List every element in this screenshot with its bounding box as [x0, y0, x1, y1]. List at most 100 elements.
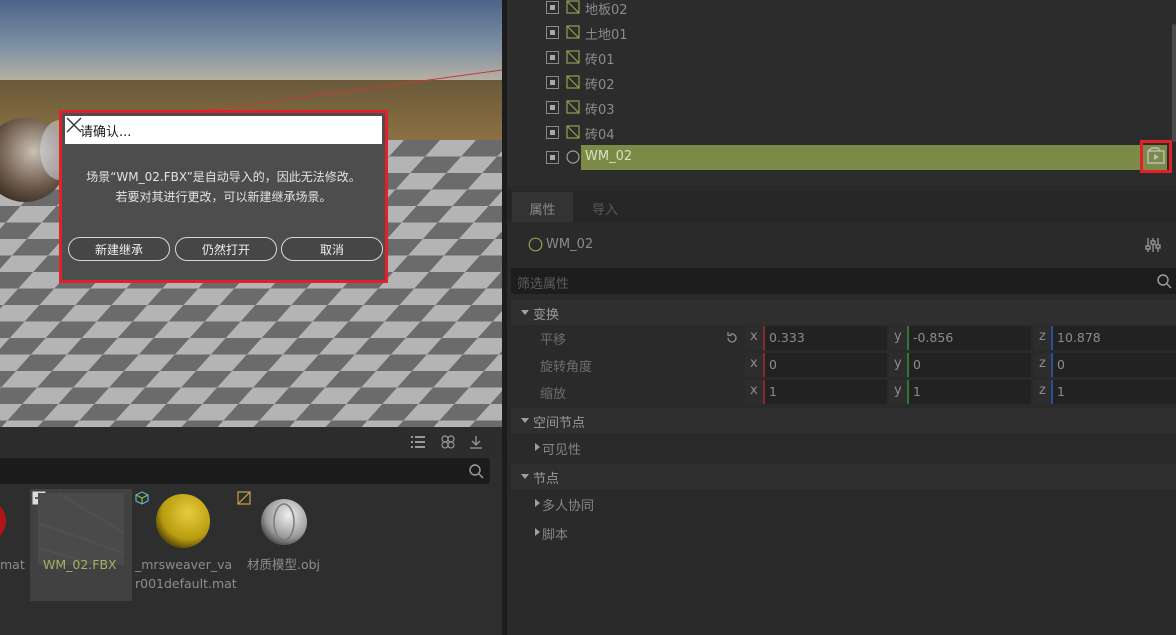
filter-properties-input[interactable]: 筛选属性: [511, 268, 1176, 294]
axis-label-y: y: [889, 380, 907, 404]
visibility-checkbox[interactable]: [546, 151, 559, 164]
dialog-titlebar: 请确认...: [65, 116, 382, 144]
rotation-x-field[interactable]: 0: [763, 353, 887, 377]
caret-right-icon: [535, 499, 540, 507]
scale-x-field[interactable]: 1: [763, 380, 887, 404]
axis-label-z: z: [1034, 353, 1052, 377]
section-node[interactable]: 节点: [511, 464, 1176, 489]
caret-right-icon: [535, 443, 540, 451]
search-icon[interactable]: [1156, 273, 1172, 289]
mesh-icon: [566, 25, 580, 39]
asset-label: _mrsweaver_va: [135, 557, 233, 572]
asset-label: 材质模型.obj: [247, 557, 321, 572]
close-icon[interactable]: [65, 116, 83, 134]
caret-right-icon: [535, 528, 540, 536]
node-icon: [528, 237, 543, 252]
visibility-checkbox[interactable]: [546, 51, 559, 64]
tree-item[interactable]: 砖04: [507, 120, 1176, 145]
asset-item[interactable]: mat: [0, 489, 30, 601]
tree-item-label: WM_02: [585, 149, 633, 164]
section-label: 变换: [533, 308, 560, 323]
adjust-icon[interactable]: [1144, 236, 1162, 254]
section-label: 节点: [533, 472, 560, 487]
tree-item-label: 土地01: [585, 28, 628, 43]
prop-label: 缩放: [540, 387, 567, 402]
scene-viewport[interactable]: 请确认... 场景“WM_02.FBX”是自动导入的，因此无法修改。 若要对其进…: [0, 0, 502, 427]
translate-y-field[interactable]: -0.856: [907, 326, 1031, 350]
translate-z-field[interactable]: 10.878: [1051, 326, 1176, 350]
asset-label: WM_02.FBX: [43, 557, 117, 572]
open-anyway-button[interactable]: 仍然打开: [175, 237, 277, 261]
visibility-checkbox[interactable]: [546, 1, 559, 14]
visibility-checkbox[interactable]: [546, 26, 559, 39]
dialog-message-line: 场景“WM_02.FBX”是自动导入的，因此无法修改。: [86, 170, 361, 184]
visibility-checkbox[interactable]: [546, 126, 559, 139]
tree-item[interactable]: 砖01: [507, 45, 1176, 70]
material-type-icon: [135, 491, 149, 505]
prop-row-rotation: 旋转角度 x 0 y 0 z 0: [507, 352, 1176, 378]
tree-item[interactable]: 砖02: [507, 70, 1176, 95]
selection-highlight: [581, 145, 1167, 170]
visibility-checkbox[interactable]: [546, 76, 559, 89]
cancel-button[interactable]: 取消: [281, 237, 383, 261]
tree-item[interactable]: 砖03: [507, 95, 1176, 120]
axis-label-z: z: [1034, 326, 1052, 350]
tree-scrollbar[interactable]: [1172, 24, 1176, 142]
rotation-z-field[interactable]: 0: [1051, 353, 1176, 377]
reset-icon[interactable]: [725, 331, 739, 345]
open-scene-icon[interactable]: [1146, 146, 1166, 166]
tab-properties[interactable]: 属性: [512, 192, 573, 222]
filter-placeholder: 筛选属性: [517, 277, 570, 292]
rotation-y-field[interactable]: 0: [907, 353, 1031, 377]
asset-item[interactable]: 材质模型.obj: [237, 489, 337, 601]
caret-down-icon: [521, 474, 529, 479]
dialog-title: 请确认...: [80, 125, 132, 140]
section-label: 空间节点: [533, 416, 586, 431]
node-icon: [566, 150, 580, 164]
asset-item-selected[interactable]: WM_02.FBX: [30, 489, 132, 601]
caret-down-icon: [521, 418, 529, 423]
dialog-message-line: 若要对其进行更改，可以新建继承场景。: [115, 190, 332, 204]
new-inherited-button[interactable]: 新建继承: [68, 237, 170, 261]
visibility-checkbox[interactable]: [546, 101, 559, 114]
filter-icon[interactable]: [440, 434, 456, 450]
search-icon[interactable]: [468, 463, 484, 479]
prop-label: 旋转角度: [540, 360, 593, 375]
section-spatial-node[interactable]: 空间节点: [511, 408, 1176, 433]
prop-label: 平移: [540, 333, 567, 348]
open-scene-highlight[interactable]: [1140, 140, 1172, 173]
confirm-dialog: 请确认... 场景“WM_02.FBX”是自动导入的，因此无法修改。 若要对其进…: [59, 110, 388, 283]
mesh-icon: [566, 75, 580, 89]
tab-import[interactable]: 导入: [577, 192, 633, 222]
axis-label-z: z: [1034, 380, 1052, 404]
asset-label: mat: [0, 557, 25, 572]
scale-z-field[interactable]: 1: [1051, 380, 1176, 404]
subsection-label: 可见性: [542, 443, 582, 458]
dialog-message: 场景“WM_02.FBX”是自动导入的，因此无法修改。 若要对其进行更改，可以新…: [62, 167, 385, 207]
axis-label-x: x: [745, 380, 763, 404]
caret-down-icon: [521, 310, 529, 315]
asset-item[interactable]: _mrsweaver_va r001default.mat: [133, 489, 237, 601]
tree-item[interactable]: 土地01: [507, 20, 1176, 45]
subsection-script[interactable]: 脚本: [507, 520, 1176, 546]
object-name: WM_02: [546, 237, 594, 252]
import-icon[interactable]: [468, 434, 484, 450]
scale-y-field[interactable]: 1: [907, 380, 1031, 404]
model-type-icon: [237, 491, 251, 505]
prop-row-translate: 平移 x 0.333 y -0.856 z 10.878: [507, 325, 1176, 351]
model-thumbnail: [261, 499, 307, 545]
tree-item-label: 砖02: [585, 78, 615, 93]
translate-x-field[interactable]: 0.333: [763, 326, 887, 350]
subsection-label: 脚本: [542, 528, 569, 543]
asset-search-input[interactable]: [0, 458, 490, 484]
properties-panel: 属性 导入 WM_02 筛选属性 变换 平移 x 0.333 y -0.856 …: [507, 190, 1176, 635]
tree-item-selected[interactable]: WM_02: [507, 145, 1176, 170]
mesh-icon: [566, 100, 580, 114]
material-thumbnail: [156, 494, 210, 548]
subsection-multiplayer[interactable]: 多人协同: [507, 491, 1176, 517]
subsection-visibility[interactable]: 可见性: [507, 435, 1176, 461]
tree-item[interactable]: 地板02: [507, 0, 1176, 20]
section-transform[interactable]: 变换: [511, 300, 1176, 325]
list-view-icon[interactable]: [410, 434, 426, 450]
tree-item-label: 砖03: [585, 103, 615, 118]
